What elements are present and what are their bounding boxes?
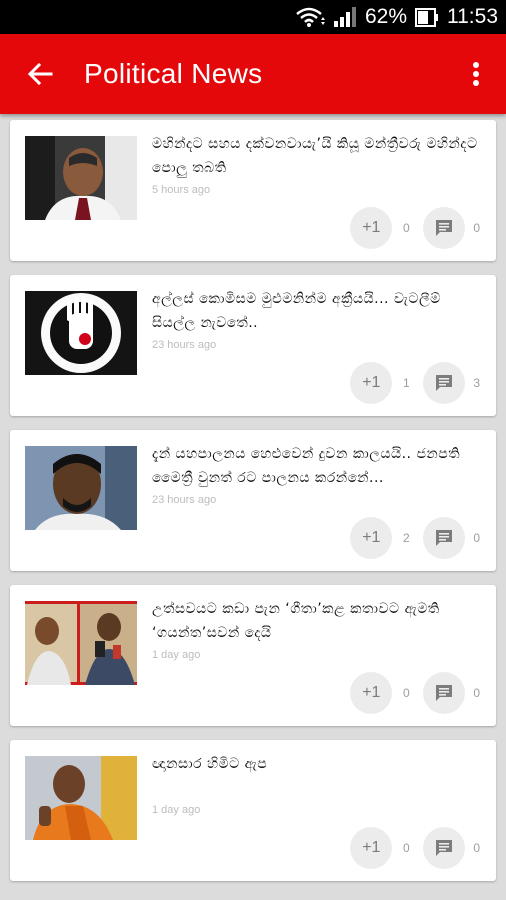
news-thumbnail	[25, 136, 137, 220]
more-vert-icon[interactable]	[446, 34, 506, 114]
plus-one-button[interactable]: +1	[350, 827, 393, 869]
card-actions: +1 2 0	[350, 517, 480, 559]
battery-icon	[415, 6, 439, 28]
comment-button[interactable]	[423, 362, 466, 404]
comment-icon	[436, 840, 453, 856]
battery-percent: 62%	[364, 5, 407, 28]
plus-one-button[interactable]: +1	[350, 207, 393, 249]
comment-button[interactable]	[423, 517, 466, 559]
news-card[interactable]: ඥානසාර හිමිට ඇප 1 day ago +1 0 0	[10, 740, 496, 881]
news-time: 23 hours ago	[152, 494, 217, 506]
news-thumbnail	[25, 601, 137, 685]
news-card[interactable]: මහින්දට සහය දක්වනවායැ’යි කියූ මන්ත්‍රීවර…	[10, 120, 496, 261]
news-headline: ඥානසාර හිමිට ඇප	[152, 756, 268, 772]
card-actions: +1 0 0	[350, 672, 480, 714]
comment-count: 0	[473, 686, 480, 700]
app-bar: Political News	[0, 34, 506, 114]
card-actions: +1 0 0	[350, 207, 480, 249]
wifi-icon	[295, 6, 325, 28]
comment-icon	[436, 530, 453, 546]
page-title: Political News	[84, 58, 263, 89]
comment-icon	[436, 220, 453, 236]
comment-button[interactable]	[423, 207, 466, 249]
comment-count: 0	[473, 841, 480, 855]
arrow-back-icon[interactable]	[0, 34, 80, 114]
plus-one-count: 1	[402, 376, 410, 390]
status-bar: 62% 11:53	[0, 0, 506, 34]
news-time: 5 hours ago	[152, 184, 211, 196]
card-actions: +1 1 3	[350, 362, 480, 404]
news-time: 23 hours ago	[152, 339, 217, 351]
comment-count: 3	[473, 376, 480, 390]
news-time: 1 day ago	[152, 804, 201, 816]
plus-one-count: 2	[402, 531, 410, 545]
comment-count: 0	[473, 221, 480, 235]
comment-icon	[436, 685, 453, 701]
comment-button[interactable]	[423, 672, 466, 714]
plus-one-button[interactable]: +1	[350, 672, 393, 714]
news-headline: මහින්දට සහය දක්වනවායැ’යි කියූ මන්ත්‍රීවර…	[152, 136, 478, 176]
signal-icon	[333, 6, 357, 28]
news-card[interactable]: දැන් යහපාලනය හෙළුවෙන් දුවන කාලයයි.. ජනපත…	[10, 430, 496, 571]
comment-button[interactable]	[423, 827, 466, 869]
news-time: 1 day ago	[152, 649, 201, 661]
plus-one-button[interactable]: +1	[350, 362, 393, 404]
news-headline: අල්ලස් කොමිසම මුළුමනින්ම අක්‍රීයයි... වැ…	[152, 291, 441, 331]
clock: 11:53	[447, 5, 498, 28]
plus-one-count: 0	[402, 221, 410, 235]
card-actions: +1 0 0	[350, 827, 480, 869]
comment-count: 0	[473, 531, 480, 545]
news-card[interactable]: උත්සවයට කඩා පැන ‘ගීතා’කළ කතාවට ඇමති ‘ගයන…	[10, 585, 496, 726]
news-thumbnail	[25, 291, 137, 375]
news-list: මහින්දට සහය දක්වනවායැ’යි කියූ මන්ත්‍රීවර…	[0, 114, 506, 881]
news-card[interactable]: අල්ලස් කොමිසම මුළුමනින්ම අක්‍රීයයි... වැ…	[10, 275, 496, 416]
plus-one-button[interactable]: +1	[350, 517, 393, 559]
news-thumbnail	[25, 756, 137, 840]
news-headline: උත්සවයට කඩා පැන ‘ගීතා’කළ කතාවට ඇමති ‘ගයන…	[152, 601, 440, 641]
news-headline: දැන් යහපාලනය හෙළුවෙන් දුවන කාලයයි.. ජනපත…	[152, 446, 461, 486]
plus-one-count: 0	[402, 841, 410, 855]
news-thumbnail	[25, 446, 137, 530]
comment-icon	[436, 375, 453, 391]
plus-one-count: 0	[402, 686, 410, 700]
